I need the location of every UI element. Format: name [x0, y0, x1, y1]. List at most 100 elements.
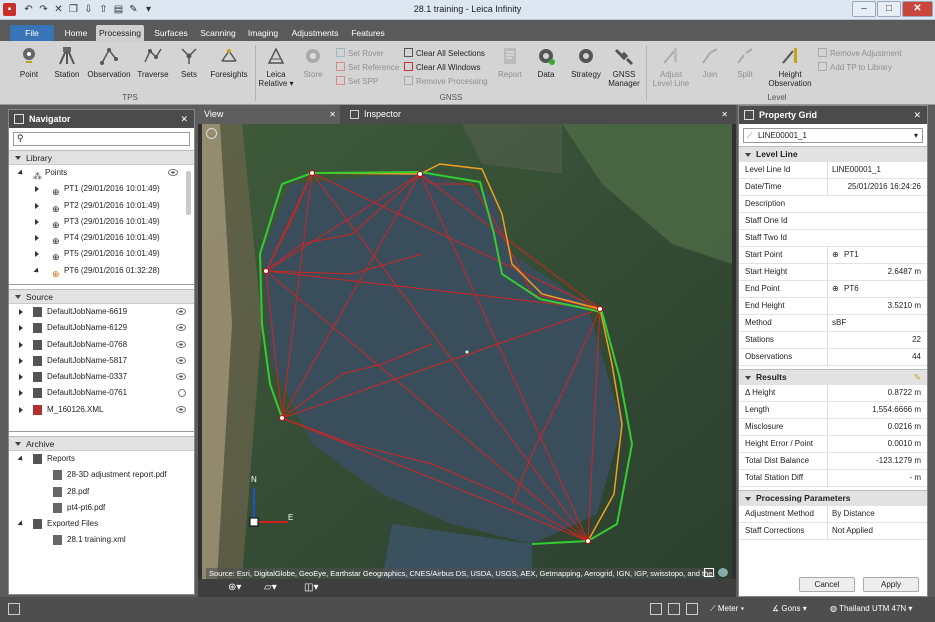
expand-arrow-icon[interactable]	[19, 374, 23, 381]
observation-button[interactable]: Observation	[84, 45, 134, 79]
property-row[interactable]: Total Station Diff - m	[739, 470, 927, 487]
property-row[interactable]: Method sBF	[739, 315, 927, 332]
visibility-eye-icon[interactable]	[176, 324, 186, 332]
join-button[interactable]: Join	[696, 45, 724, 79]
station-marker[interactable]	[263, 268, 269, 274]
tab-inspector[interactable]: Inspector ✕	[344, 105, 732, 124]
maximize-button[interactable]: □	[877, 1, 901, 17]
library-point-item[interactable]: ⊕ PT6 (29/01/2016 01:32:28)	[9, 263, 194, 279]
clear-all-selections-button[interactable]: Clear All Selections	[404, 47, 485, 60]
property-value[interactable]: 44	[827, 349, 923, 365]
globe-icon[interactable]	[718, 568, 728, 577]
property-row[interactable]: Δ Height 0.8722 m	[739, 385, 927, 402]
library-point-item[interactable]: ⊕ PT1 (29/01/2016 10:01:49)	[9, 181, 194, 197]
property-row[interactable]: Staff One Id	[739, 213, 927, 230]
property-value[interactable]: sBF	[827, 315, 923, 331]
property-row[interactable]: Start Point PT1 ⊕	[739, 247, 927, 264]
report-file[interactable]: pt4-pt6.pdf	[9, 500, 194, 516]
expand-arrow-icon[interactable]	[19, 406, 23, 413]
crs-selector[interactable]: ◍ Thailand UTM 47N ▾	[830, 604, 912, 613]
map-canvas[interactable]: N E Source: Esri, DigitalGlobe, GeoEye, …	[202, 124, 732, 579]
set-spp-button[interactable]: Set SPP	[336, 75, 378, 88]
property-value[interactable]: 25/01/2016 16:24:26	[827, 179, 923, 195]
expand-arrow-icon[interactable]	[17, 520, 25, 528]
height-observation-button[interactable]: Height Observation	[764, 45, 816, 88]
processing-parameters-section-header[interactable]: Processing Parameters	[739, 490, 927, 506]
expand-arrow-icon[interactable]	[19, 341, 23, 348]
expand-arrow-icon[interactable]	[35, 235, 39, 242]
expand-arrow-icon[interactable]	[35, 202, 39, 209]
expand-arrow-icon[interactable]	[17, 455, 25, 463]
station-marker[interactable]	[417, 171, 423, 177]
expand-arrow-icon[interactable]	[19, 309, 23, 315]
tab-imaging[interactable]: Imaging	[244, 25, 282, 41]
store-button[interactable]: Store	[298, 45, 328, 79]
level-line-section-header[interactable]: Level Line	[739, 146, 927, 162]
expand-arrow-icon[interactable]	[19, 390, 23, 397]
property-value[interactable]: 0.8722 m	[827, 385, 923, 401]
property-row[interactable]: End Point PT6 ⊕	[739, 281, 927, 298]
archive-section-header[interactable]: Archive	[9, 436, 194, 451]
object-selector-dropdown[interactable]: ⟋ LINE00001_1 ▾	[743, 128, 923, 143]
library-section-header[interactable]: Library	[9, 150, 194, 165]
point-button[interactable]: Point	[8, 45, 50, 79]
visibility-eye-icon[interactable]	[168, 169, 178, 176]
tab-view[interactable]: View ✕	[198, 105, 340, 124]
expand-arrow-icon[interactable]	[33, 267, 41, 275]
property-value[interactable]: 22	[827, 332, 923, 348]
property-value[interactable]: 1,554.6666 m	[827, 402, 923, 418]
expand-arrow-icon[interactable]	[35, 218, 39, 225]
property-value[interactable]: LINE00001_1	[827, 162, 923, 178]
library-point-item[interactable]: ⊕ PT3 (29/01/2016 10:01:49)	[9, 214, 194, 230]
tab-adjustments[interactable]: Adjustments	[287, 25, 343, 41]
tab-features[interactable]: Features	[348, 25, 388, 41]
visibility-eye-icon[interactable]	[176, 308, 186, 315]
property-row[interactable]: Date/Time 25/01/2016 16:24:26	[739, 179, 927, 196]
library-scrollbar[interactable]	[186, 171, 191, 215]
visibility-eye-icon[interactable]	[176, 340, 186, 348]
split-button[interactable]: Split	[730, 45, 760, 79]
adjust-level-line-button[interactable]: Adjust Level Line	[650, 45, 692, 88]
add-tp-to-library-button[interactable]: Add TP to Library	[818, 61, 892, 74]
property-value[interactable]: PT6 ⊕	[827, 281, 923, 297]
station-marker[interactable]	[585, 538, 591, 544]
library-points-node[interactable]: ⁂ Points	[9, 165, 194, 181]
gnss-manager-button[interactable]: GNSS Manager	[606, 45, 642, 88]
source-item[interactable]: DefaultJobName-6129	[9, 320, 194, 336]
source-section-header[interactable]: Source	[9, 289, 194, 304]
clear-all-windows-button[interactable]: Clear All Windows	[404, 61, 480, 74]
property-value[interactable]: - m	[827, 470, 923, 486]
navigator-search-input[interactable]: ⚲	[13, 132, 190, 146]
visibility-eye-icon[interactable]	[176, 356, 186, 364]
angles-selector[interactable]: ∡ Gons ▾	[772, 604, 807, 613]
property-row[interactable]: Length 1,554.6666 m	[739, 402, 927, 419]
cancel-button[interactable]: Cancel	[799, 577, 855, 592]
table-icon[interactable]	[686, 603, 698, 615]
remove-adjustment-button[interactable]: Remove Adjustment	[818, 47, 902, 60]
source-item[interactable]: DefaultJobName-0768	[9, 337, 194, 353]
minimize-button[interactable]: –	[852, 1, 876, 17]
property-row[interactable]: Misclosure 0.0216 m	[739, 419, 927, 436]
tab-processing[interactable]: Processing	[96, 25, 144, 41]
tab-surfaces[interactable]: Surfaces	[150, 25, 192, 41]
units-selector[interactable]: ⟋ Meter ▾	[710, 604, 744, 614]
property-row[interactable]: Level Line Id LINE00001_1	[739, 162, 927, 179]
remove-processing-button[interactable]: Remove Processing	[404, 75, 488, 88]
property-row[interactable]: Description	[739, 196, 927, 213]
expand-arrow-icon[interactable]	[35, 251, 39, 258]
expand-arrow-icon[interactable]	[35, 186, 39, 193]
tab-close-icon[interactable]: ✕	[721, 105, 728, 124]
selection-tool-icon[interactable]: ▱▾	[264, 582, 277, 593]
property-value[interactable]: -123.1279 m	[827, 453, 923, 469]
source-item[interactable]: DefaultJobName-6619	[9, 304, 194, 320]
tab-file[interactable]: File	[10, 25, 54, 41]
station-marker[interactable]	[279, 415, 285, 421]
source-item[interactable]: M_160126.XML	[9, 402, 194, 418]
station-button[interactable]: Station	[50, 45, 84, 79]
play-icon[interactable]	[206, 128, 217, 139]
visibility-eye-icon[interactable]	[176, 405, 186, 413]
station-marker[interactable]	[597, 306, 603, 312]
property-row[interactable]: Height Error / Point 0.0010 m	[739, 436, 927, 453]
library-point-item[interactable]: ⊕ PT5 (29/01/2016 10:01:49)	[9, 246, 194, 262]
panel-close-icon[interactable]: ✕	[180, 110, 188, 128]
